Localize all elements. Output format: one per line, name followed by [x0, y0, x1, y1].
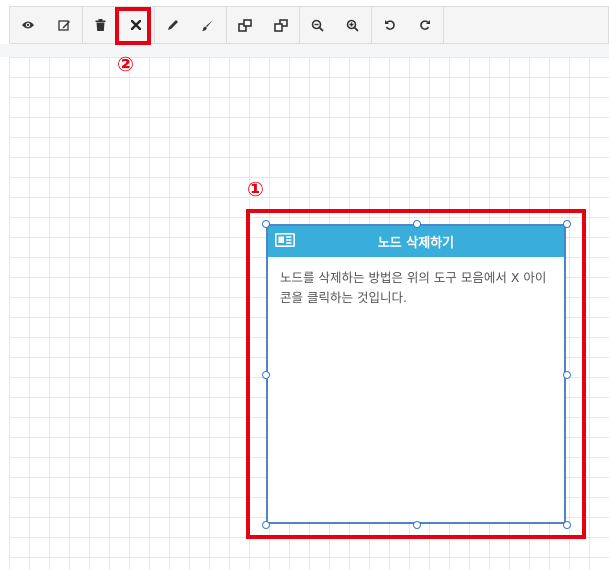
preview-button[interactable]: [10, 7, 46, 43]
zoom-out-icon: [311, 19, 324, 32]
zoom-out-button[interactable]: [300, 7, 335, 43]
send-back-icon: [274, 18, 288, 32]
undo-button[interactable]: [372, 7, 407, 43]
pencil-icon: [167, 19, 179, 31]
style-button[interactable]: [190, 7, 225, 43]
draw-button[interactable]: [155, 7, 190, 43]
zoom-in-icon: [346, 19, 359, 32]
toolbar-gap: [0, 44, 609, 57]
redo-button[interactable]: [407, 7, 443, 43]
zoom-in-button[interactable]: [335, 7, 370, 43]
bring-front-button[interactable]: [227, 7, 263, 43]
undo-icon: [384, 19, 396, 31]
node-marker-label: ①: [247, 177, 264, 201]
edit-icon: [57, 19, 71, 32]
delete-marker-label: ②: [117, 52, 134, 76]
node-highlight: [246, 209, 586, 539]
redo-icon: [419, 19, 431, 31]
delete-button[interactable]: [83, 7, 118, 43]
toolbar: [9, 6, 609, 44]
edit-button[interactable]: [46, 7, 82, 43]
delete-button-highlight: [115, 7, 151, 45]
brush-icon: [201, 19, 214, 32]
send-back-button[interactable]: [263, 7, 299, 43]
trash-icon: [95, 19, 106, 31]
eye-icon: [21, 20, 35, 30]
bring-front-icon: [238, 18, 252, 32]
